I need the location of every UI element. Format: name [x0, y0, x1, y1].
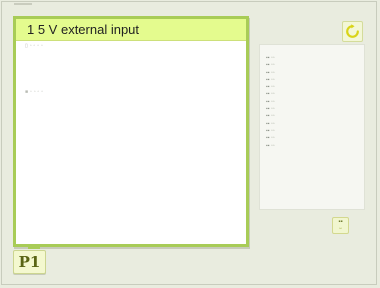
top-indicator — [14, 3, 32, 5]
dialog-option-1[interactable]: ▯ ▫ ▫ ▫ ▫ — [25, 43, 43, 49]
readout-label: ▪▪ — [266, 69, 270, 76]
readout-row: ▪▪ ▫▫ — [266, 99, 274, 106]
page-tab-notch — [28, 246, 40, 249]
channel-button[interactable]: ▪▪ ▫▫ — [332, 217, 349, 234]
readout-label: ▪▪ — [266, 135, 270, 142]
readout-value: ▫▫ — [270, 106, 275, 113]
readout-value: ▫▫ — [270, 55, 275, 61]
page-button-p1[interactable]: P1 — [13, 250, 46, 274]
readout-value: ▫▫ — [270, 84, 275, 91]
input-dialog: 1 5 V external input ▯ ▫ ▫ ▫ ▫ ■ ▫ ▫ ▫ ▫ — [13, 16, 249, 247]
channel-button-label: ▪▪ — [338, 219, 343, 225]
readout-value: ▫▫ — [270, 62, 275, 69]
readout-label: ▪▪ — [266, 113, 270, 120]
readout-label: ▪▪ — [266, 127, 270, 134]
readout-row: ▪▪ ▫▫ — [266, 62, 274, 69]
dialog-option-2[interactable]: ■ ▫ ▫ ▫ ▫ — [25, 89, 43, 95]
channel-button-sublabel: ▫▫ — [338, 226, 343, 232]
readout-label: ▪▪ — [266, 62, 270, 69]
readout-label: ▪▪ — [266, 91, 270, 98]
readout-label: ▪▪ — [266, 55, 270, 61]
readout-value: ▫▫ — [270, 127, 275, 134]
readout-value: ▫▫ — [270, 76, 275, 83]
dialog-title: 1 5 V external input — [27, 22, 140, 37]
readout-label: ▪▪ — [266, 142, 270, 149]
readout-row: ▪▪ ▫▫ — [266, 113, 274, 120]
readout-row: ▪▪ ▫▫ — [266, 128, 274, 135]
readout-row: ▪▪ ▫▫ — [266, 143, 274, 150]
device-screen: 1 5 V external input ▯ ▫ ▫ ▫ ▫ ■ ▫ ▫ ▫ ▫… — [0, 0, 380, 288]
readout-value: ▫▫ — [270, 69, 275, 76]
readout-row: ▪▪ ▫▫ — [266, 55, 274, 62]
refresh-button[interactable] — [342, 21, 363, 42]
readout-label: ▪▪ — [266, 76, 270, 83]
readout-row: ▪▪ ▫▫ — [266, 77, 274, 84]
readout-value: ▫▫ — [270, 135, 275, 142]
readout-row: ▪▪ ▫▫ — [266, 84, 274, 91]
readout-label: ▪▪ — [266, 98, 270, 105]
page-label: P1 — [18, 253, 41, 271]
readout-label: ▪▪ — [266, 84, 270, 91]
readout-panel: ▪▪ ▫▫ ▪▪ ▫▫ ▪▪ ▫▫ ▪▪ ▫▫ ▪▪ ▫▫ ▪▪ ▫▫ ▪▪ ▫▫ ▪▪ ▫▫… — [259, 44, 365, 210]
readout-value: ▫▫ — [270, 120, 275, 127]
readout-row: ▪▪ ▫▫ — [266, 106, 274, 113]
readout-list: ▪▪ ▫▫ ▪▪ ▫▫ ▪▪ ▫▫ ▪▪ ▫▫ ▪▪ ▫▫ ▪▪ ▫▫ ▪▪ ▫▫ ▪▪ ▫▫… — [266, 55, 274, 150]
readout-value: ▫▫ — [270, 98, 275, 105]
readout-row: ▪▪ ▫▫ — [266, 91, 274, 98]
readout-value: ▫▫ — [270, 113, 275, 120]
dialog-header: 1 5 V external input — [16, 19, 246, 41]
readout-row: ▪▪ ▫▫ — [266, 121, 274, 128]
readout-label: ▪▪ — [266, 106, 270, 113]
readout-row: ▪▪ ▫▫ — [266, 70, 274, 77]
readout-row: ▪▪ ▫▫ — [266, 135, 274, 142]
readout-label: ▪▪ — [266, 120, 270, 127]
readout-value: ▫▫ — [270, 142, 275, 149]
readout-value: ▫▫ — [270, 91, 275, 98]
